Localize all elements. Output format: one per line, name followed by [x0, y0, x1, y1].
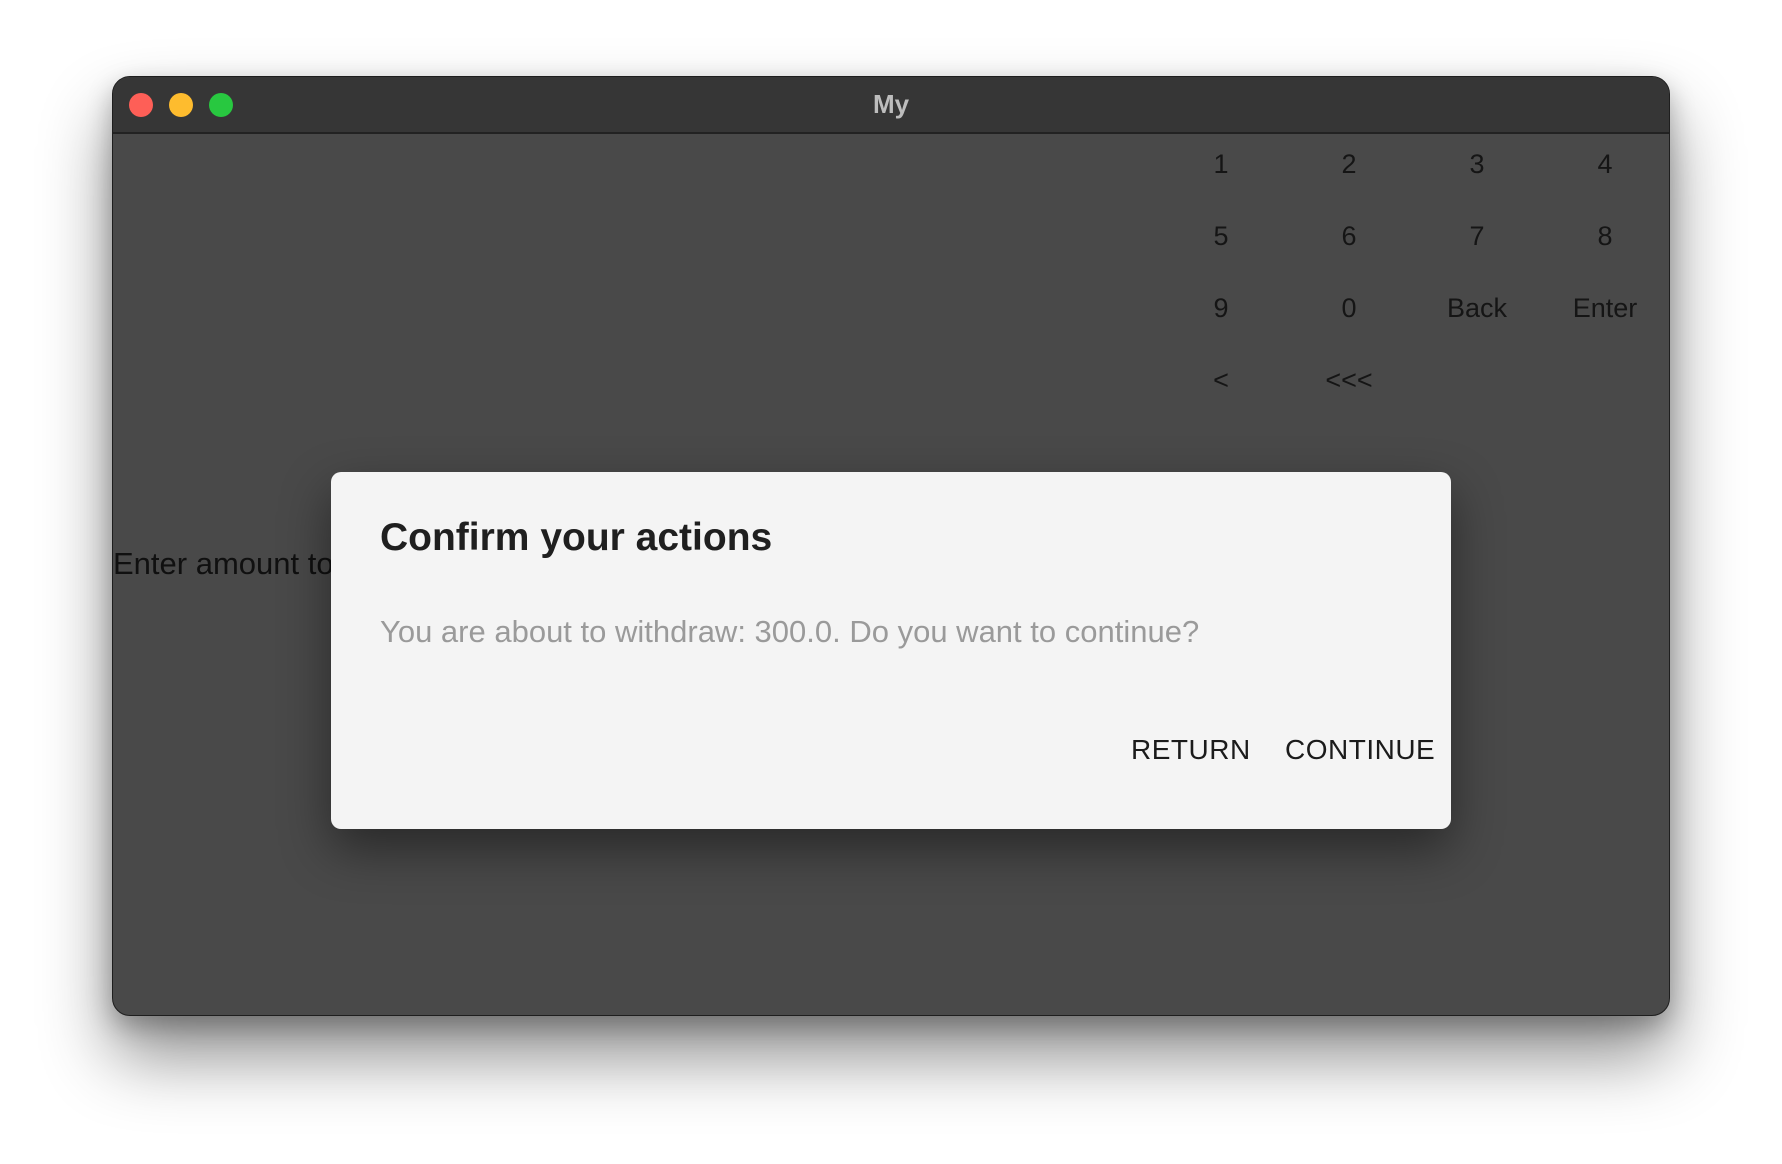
dialog-title: Confirm your actions: [380, 516, 773, 559]
dialog-message: You are about to withdraw: 300.0. Do you…: [380, 614, 1200, 649]
continue-button[interactable]: CONTINUE: [1285, 734, 1435, 766]
return-button[interactable]: RETURN: [1131, 734, 1251, 766]
main-content: 1 2 3 4 5 6 7 8 9 0 Back Enter < <<< Ent…: [113, 134, 1669, 1015]
app-window: My 1 2 3 4 5 6 7 8 9 0 Back Enter < <<< …: [112, 76, 1670, 1016]
window-title: My: [872, 89, 910, 119]
title-bar[interactable]: My: [113, 77, 1669, 134]
confirm-dialog: Confirm your actions You are about to wi…: [331, 472, 1451, 829]
